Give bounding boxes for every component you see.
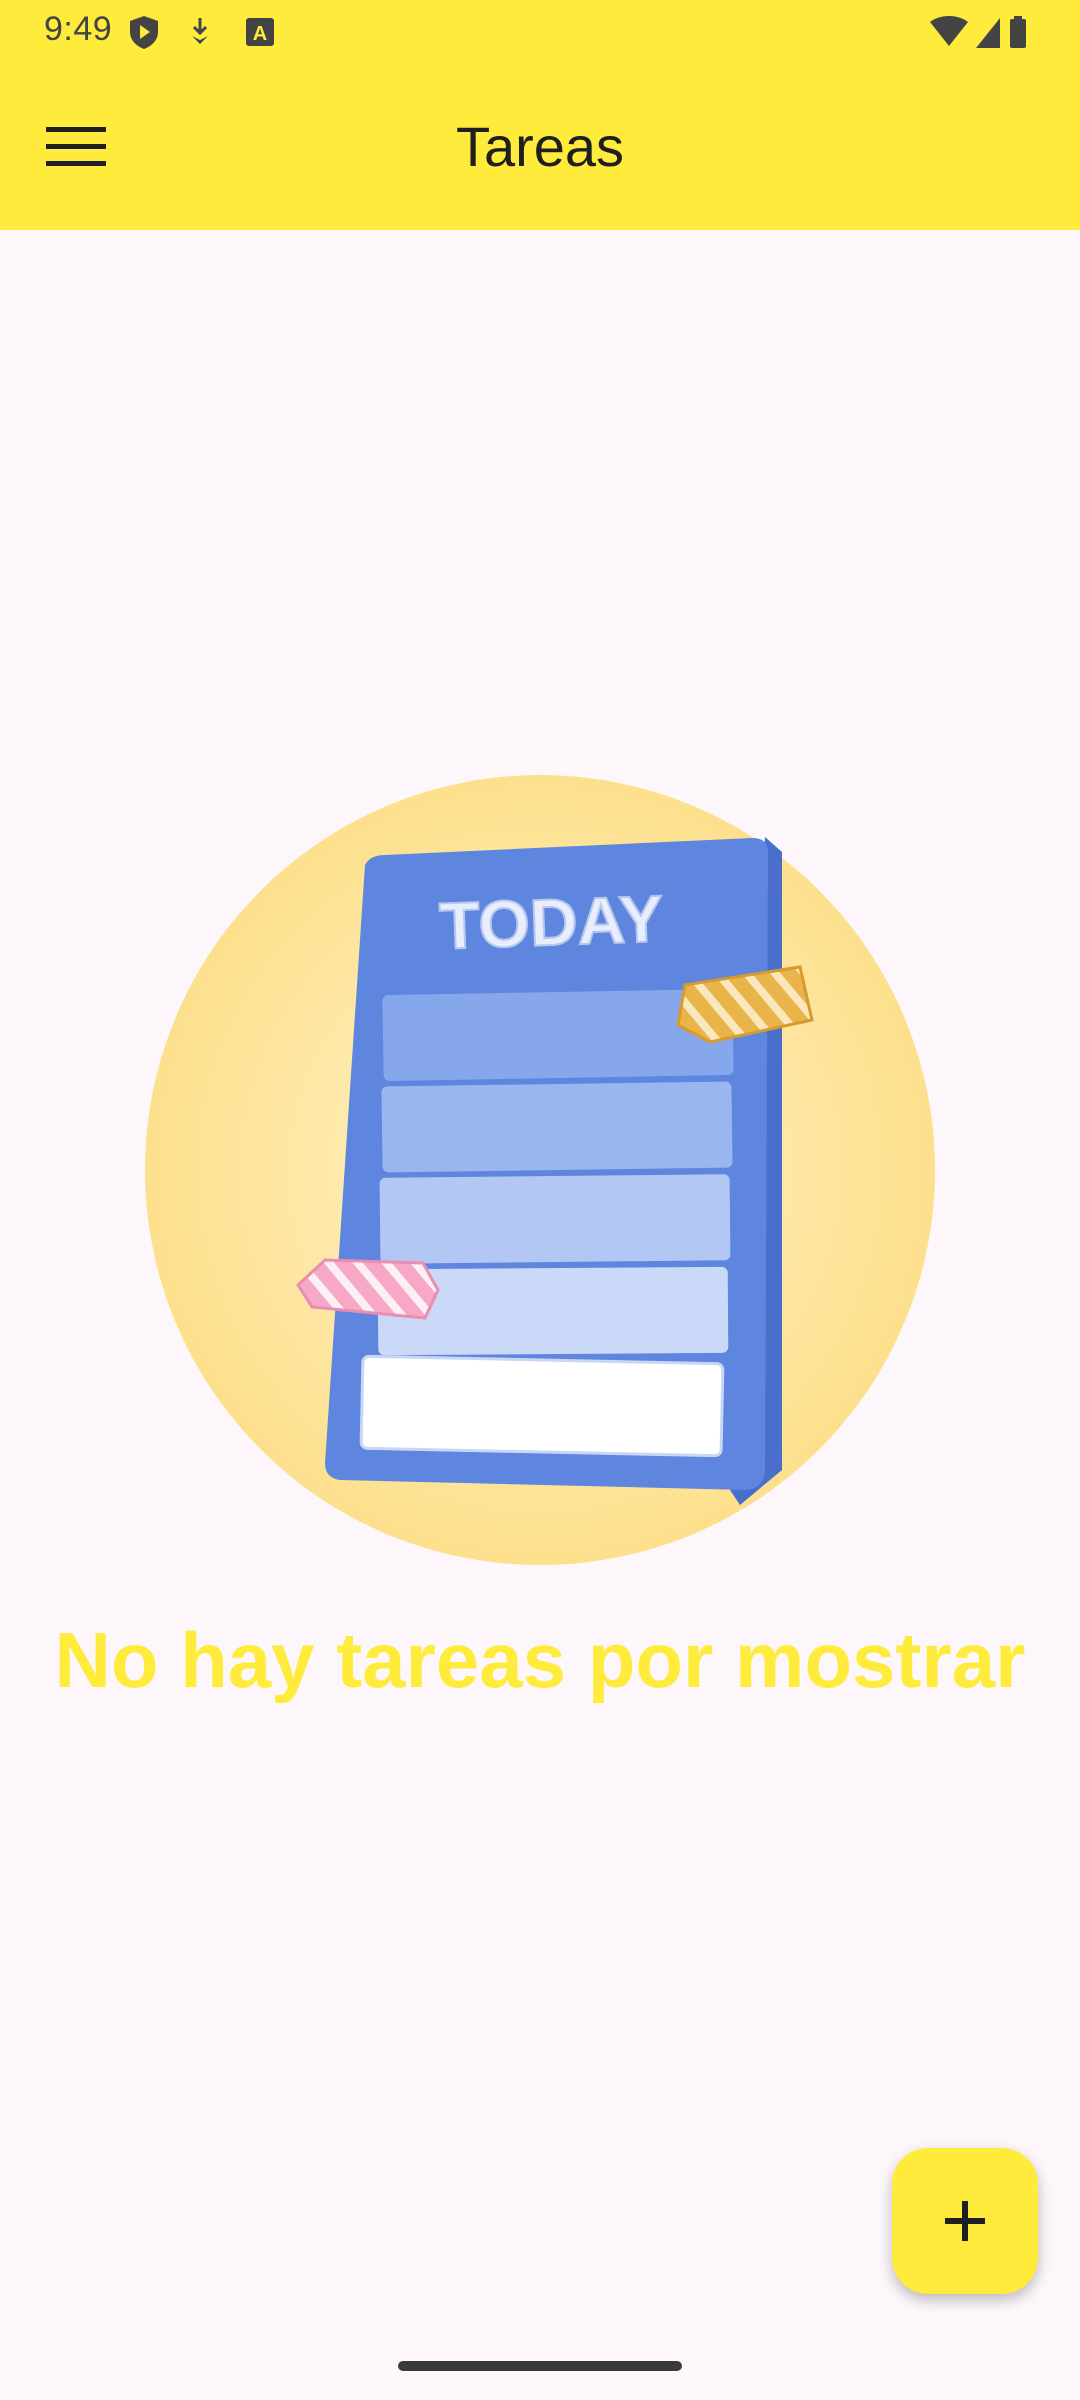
status-left-icons: A: [130, 16, 274, 49]
notebook-rows: [359, 989, 734, 1458]
page-title: Tareas: [455, 115, 625, 178]
add-task-button[interactable]: [892, 2148, 1038, 2294]
today-label: TODAY: [438, 881, 664, 963]
shield-play-icon: [130, 16, 158, 49]
home-indicator[interactable]: [398, 2361, 682, 2371]
plus-icon: [945, 2201, 985, 2241]
status-time: 9:49: [44, 10, 113, 48]
battery-icon: [1010, 16, 1026, 48]
status-right-icons: [930, 16, 1026, 48]
signal-icon: [976, 18, 1000, 48]
app-header: 9:49 A Tareas: [0, 0, 1080, 230]
svg-text:A: A: [253, 23, 267, 45]
status-bar: 9:49 A: [0, 0, 1080, 64]
wifi-icon: [930, 16, 968, 46]
font-a-icon: A: [246, 18, 274, 46]
download-icon: [192, 18, 208, 44]
empty-state-illustration: TODAY: [145, 775, 935, 1565]
empty-state-message: No hay tareas por mostrar: [54, 1616, 1026, 1704]
